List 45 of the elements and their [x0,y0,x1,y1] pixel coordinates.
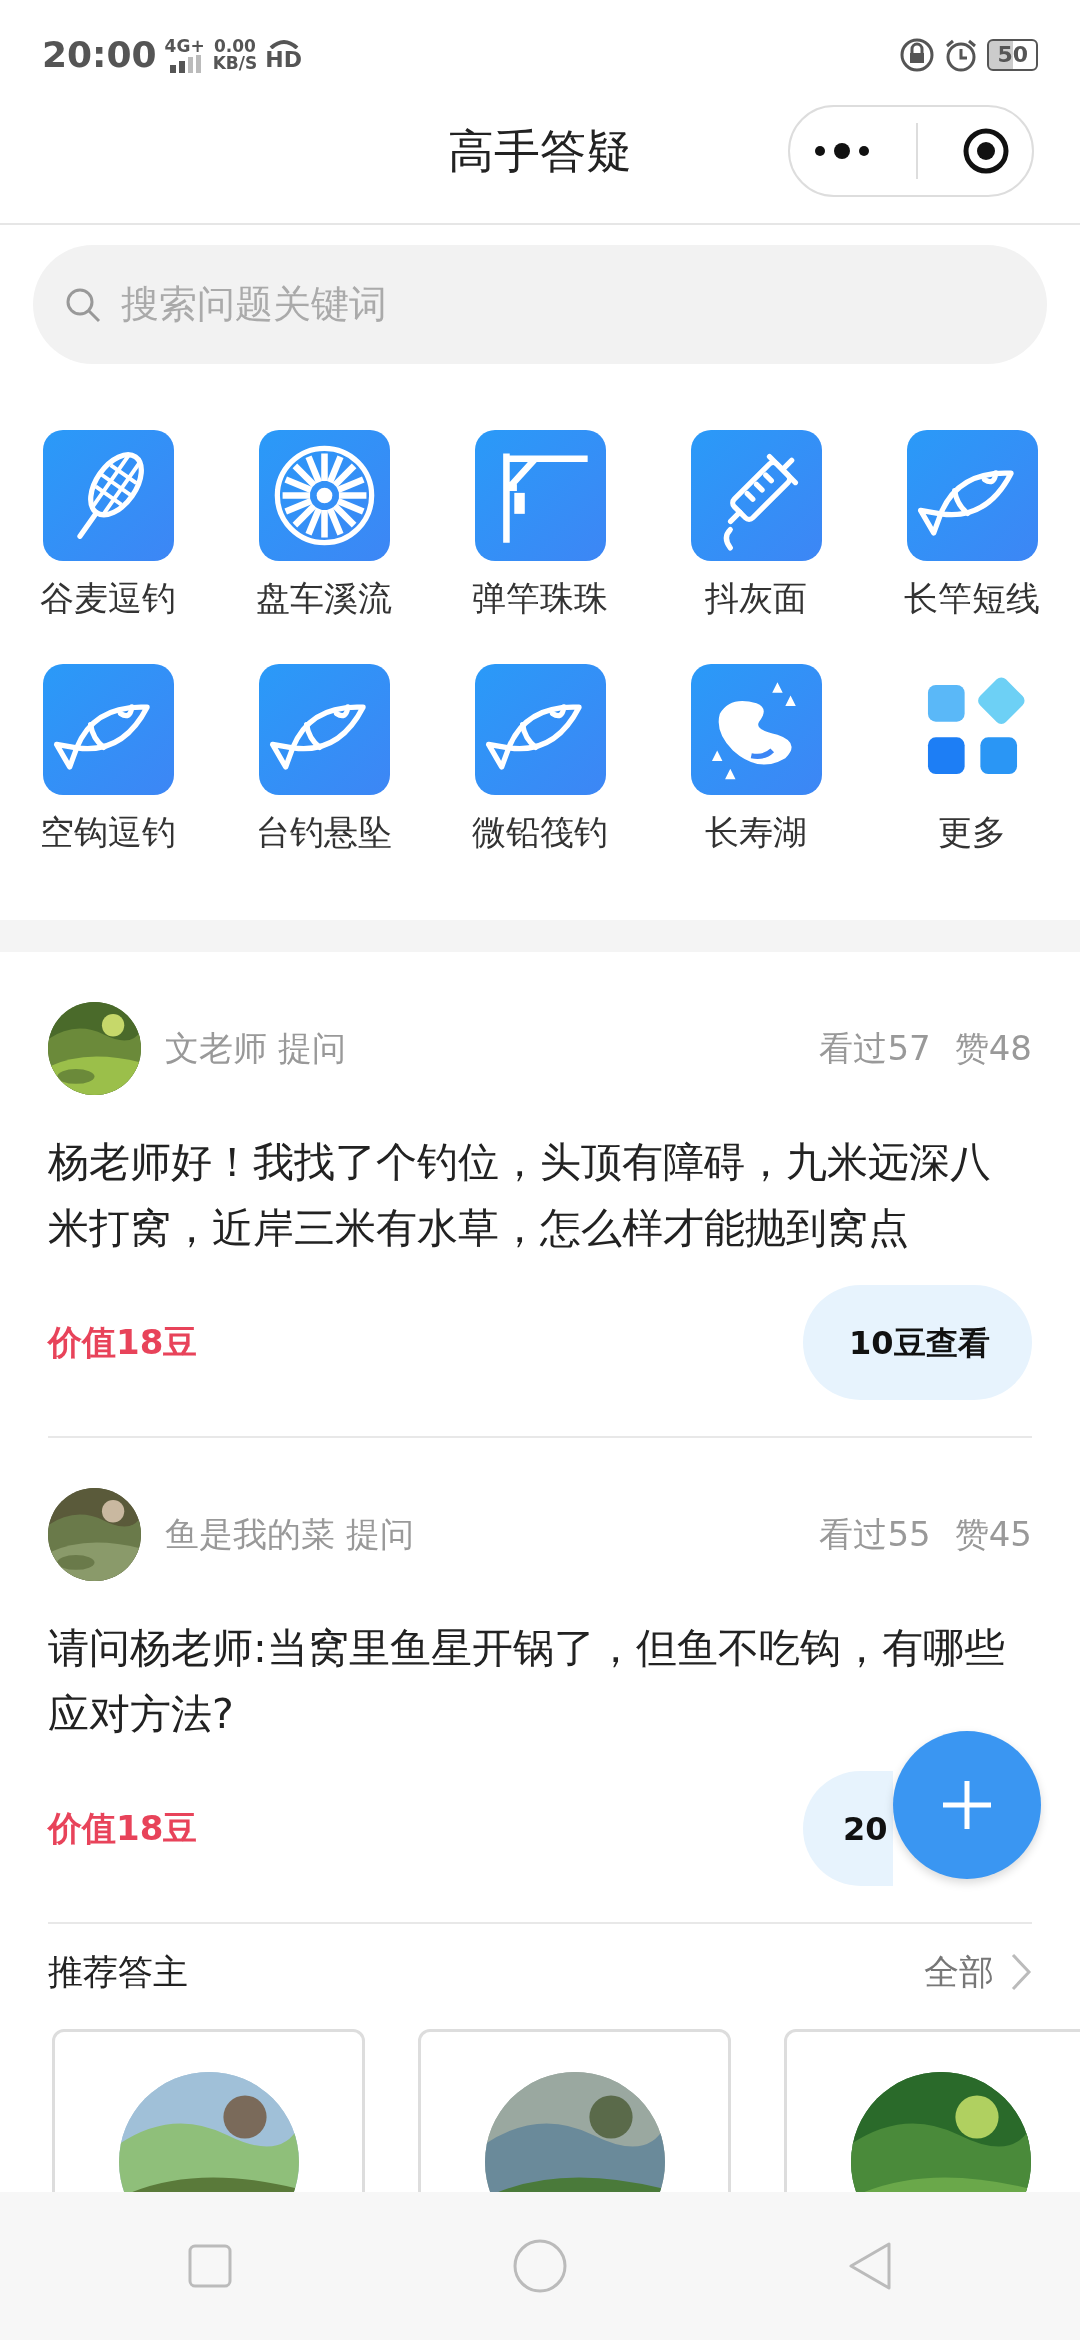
view-count: 看过57 [819,1027,931,1070]
page-title: 高手答疑 [448,123,632,180]
category-item[interactable]: 盘车溪流 [216,430,432,624]
category-item[interactable]: 抖灰面 [648,430,864,624]
battery-icon: 50 [987,39,1038,71]
category-item[interactable]: 谷麦逗钓 [0,430,216,624]
signal-icon [167,54,202,73]
search-bar[interactable]: 搜索问题关键词 [33,245,1047,364]
speed-unit: KB/S [212,55,258,72]
rotation-lock-icon [899,37,936,73]
hd-label: HD [265,49,302,71]
view-count: 看过55 [819,1513,931,1556]
see-all-link[interactable]: 全部 [924,1946,994,1999]
rod-icon [474,430,606,561]
speed-value: 0.00 [213,38,256,55]
status-time: 20:00 [42,33,157,77]
category-item[interactable]: 微铅筏钓 [432,664,648,858]
category-item[interactable]: 更多 [864,664,1080,858]
syringe-icon [690,430,822,561]
fish-icon [474,664,606,795]
fish-icon [906,430,1038,561]
section-title: 推荐答主 [48,1951,188,1994]
category-item[interactable]: 空钩逗钓 [0,664,216,858]
like-count: 赞45 [954,1513,1032,1556]
more-icon[interactable] [812,141,872,161]
category-item[interactable]: 台钓悬坠 [216,664,432,858]
category-item[interactable]: 长寿湖 [648,664,864,858]
lake-icon [690,664,822,795]
reward-value: 价值18豆 [48,1321,198,1364]
asker-name: 鱼是我的菜 提问 [165,1513,414,1556]
wheel-icon [258,430,390,561]
search-field[interactable]: 搜索问题关键词 [119,275,1017,334]
asker-name: 文老师 提问 [165,1027,346,1070]
fish-icon [258,664,390,795]
fish-icon [42,664,174,795]
like-count: 赞48 [954,1027,1032,1070]
reward-value: 价值18豆 [48,1807,198,1850]
view-answer-button[interactable]: 10豆查看 [803,1285,1032,1400]
category-item[interactable]: 弹竿珠珠 [432,430,648,624]
net-icon [42,430,174,561]
question-text[interactable]: 请问杨老师:当窝里鱼星开锅了，但鱼不吃钩，有哪些应对方法? [48,1615,1023,1747]
network-type: 4G+ [164,37,205,55]
category-item[interactable]: 长竿短线 [864,430,1080,624]
question-text[interactable]: 杨老师好！我找了个钓位，头顶有障碍，九米远深八米打窝，近岸三米有水草，怎么样才能抛到窝点 [48,1129,1023,1261]
view-answer-button[interactable]: 20 [803,1771,893,1886]
